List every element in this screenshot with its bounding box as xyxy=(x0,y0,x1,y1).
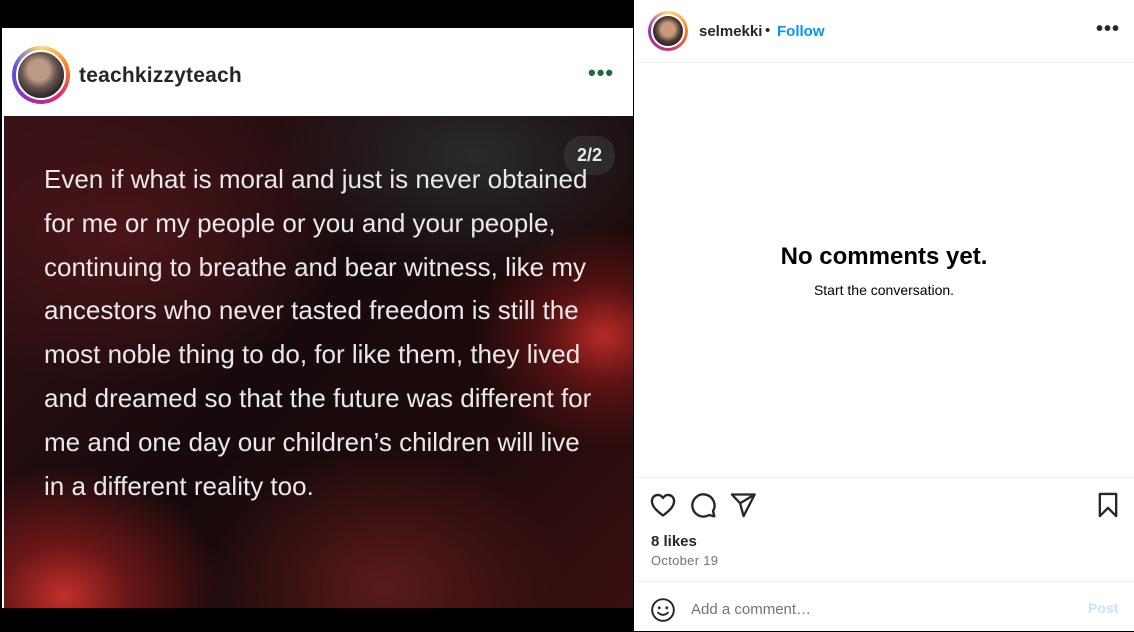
screenshot-header: teachkizzyteach ••• xyxy=(2,28,633,116)
post-date: October 19 xyxy=(651,553,719,568)
likes-count[interactable]: 8 likes xyxy=(651,533,697,550)
comment-input[interactable] xyxy=(689,597,1053,621)
separator-dot: • xyxy=(765,22,771,39)
screenshot-username: teachkizzyteach xyxy=(79,64,242,87)
share-icon[interactable] xyxy=(729,491,757,519)
follow-button[interactable]: Follow xyxy=(777,23,825,40)
screenshot-card: teachkizzyteach ••• 2/2 Even if what is … xyxy=(2,28,633,608)
action-bar: 8 likes October 19 xyxy=(634,477,1134,582)
story-ring xyxy=(12,46,70,104)
empty-subtitle: Start the conversation. xyxy=(813,282,955,298)
bookmark-icon[interactable] xyxy=(1094,491,1122,519)
avatar xyxy=(16,50,66,100)
comment-composer: Post xyxy=(634,581,1134,632)
author-username[interactable]: selmekki xyxy=(699,23,762,40)
story-ring[interactable] xyxy=(648,11,688,51)
quote-slide: 2/2 Even if what is moral and just is ne… xyxy=(4,116,633,608)
heart-icon[interactable] xyxy=(649,491,677,519)
post-media: teachkizzyteach ••• 2/2 Even if what is … xyxy=(0,0,634,631)
comments-panel: selmekki • Follow ••• No comments yet. S… xyxy=(634,0,1134,631)
screenshot-more-icon: ••• xyxy=(588,60,615,85)
empty-title: No comments yet. xyxy=(780,243,988,270)
post-header: selmekki • Follow ••• xyxy=(634,0,1134,63)
emoji-icon[interactable] xyxy=(650,597,676,623)
post-button[interactable]: Post xyxy=(1088,600,1118,616)
comments-list: No comments yet. Start the conversation. xyxy=(634,63,1134,477)
quote-text: Even if what is moral and just is never … xyxy=(44,164,592,501)
comment-icon[interactable] xyxy=(689,491,717,519)
more-options-icon[interactable]: ••• xyxy=(1096,18,1120,41)
avatar[interactable] xyxy=(651,14,685,48)
